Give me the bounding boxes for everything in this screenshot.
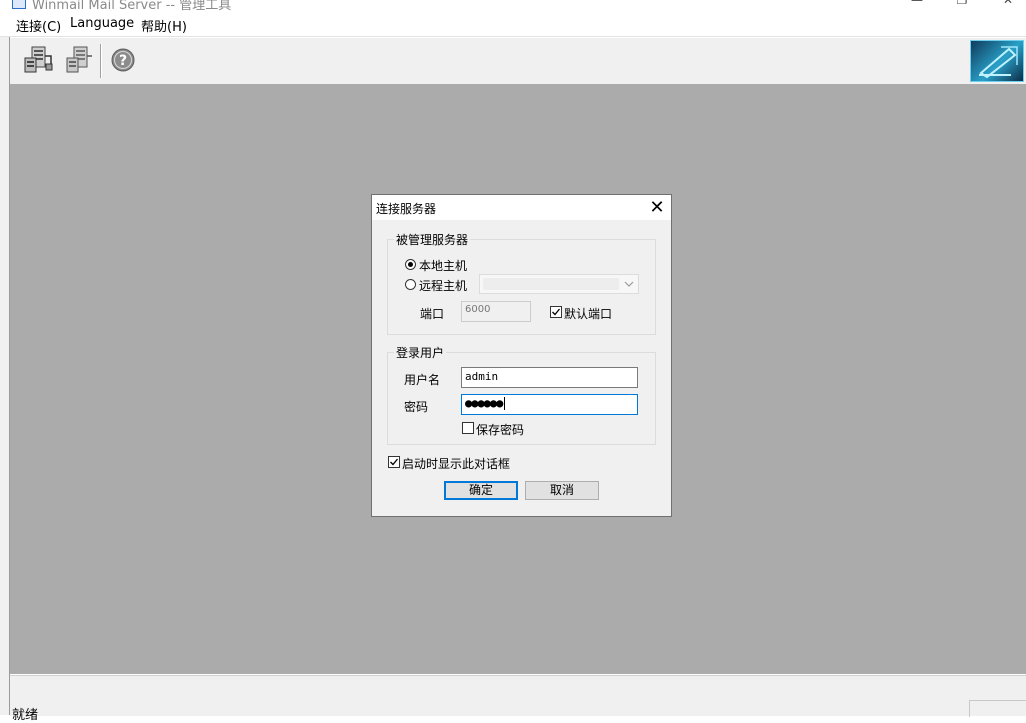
password-mask: ●●●●●● (465, 396, 503, 410)
local-host-label[interactable]: 本地主机 (419, 257, 467, 274)
remote-host-label[interactable]: 远程主机 (419, 277, 467, 294)
remote-host-radio[interactable] (405, 279, 416, 290)
checkmark-icon (552, 308, 561, 316)
svg-text:?: ? (119, 53, 127, 69)
minimize-button[interactable]: — (907, 0, 927, 10)
toolbar-separator (100, 44, 102, 78)
dialog-title: 连接服务器 (376, 202, 437, 216)
disconnect-server-icon (66, 46, 92, 73)
show-on-startup-label[interactable]: 启动时显示此对话框 (402, 455, 510, 472)
cancel-button[interactable]: 取消 (525, 481, 599, 500)
disconnect-server-button[interactable] (64, 44, 96, 76)
chevron-down-icon (624, 281, 634, 287)
connect-server-icon (24, 46, 53, 73)
menu-connect[interactable]: 连接(C) (16, 16, 61, 35)
checkmark-icon (390, 458, 399, 466)
status-bar: 就绪 (10, 675, 1026, 723)
status-pane (969, 700, 1026, 717)
remote-host-value (483, 278, 619, 290)
toolbar: ? (10, 37, 1026, 85)
status-text: 就绪 (12, 708, 39, 723)
close-window-button[interactable]: ✕ (998, 0, 1018, 10)
close-icon: ✕ (649, 197, 665, 218)
show-on-startup-checkbox[interactable] (388, 456, 400, 468)
login-group-label: 登录用户 (394, 344, 447, 361)
dialog-title-bar: 连接服务器 ✕ (372, 195, 671, 220)
save-password-checkbox[interactable] (462, 422, 474, 434)
menu-language[interactable]: Language (70, 16, 134, 31)
dialog-close-button[interactable]: ✕ (646, 197, 668, 219)
ok-button[interactable]: 确定 (444, 481, 518, 500)
username-field[interactable]: admin (461, 367, 638, 388)
help-button[interactable]: ? (107, 44, 139, 76)
password-field[interactable]: ●●●●●● (461, 394, 638, 415)
port-label: 端口 (420, 307, 445, 321)
remote-host-combobox[interactable] (479, 274, 639, 294)
help-icon: ? (111, 48, 135, 72)
winmail-logo-icon (970, 40, 1024, 82)
connect-server-button[interactable] (22, 44, 54, 76)
frame-left-edge (0, 37, 10, 715)
password-label: 密码 (404, 400, 429, 414)
default-port-label[interactable]: 默认端口 (564, 305, 612, 322)
window-title: Winmail Mail Server -- 管理工具 (32, 0, 232, 12)
username-label: 用户名 (404, 373, 441, 387)
text-cursor (504, 397, 506, 410)
port-field[interactable]: 6000 (461, 301, 531, 322)
menu-bar: 连接(C) Language 帮助(H) (0, 12, 1026, 37)
connect-server-dialog: 连接服务器 ✕ 被管理服务器 本地主机 远程主机 端口 6000 默认端口 登录… (371, 194, 672, 517)
app-icon (12, 0, 26, 9)
server-group-label: 被管理服务器 (394, 231, 471, 248)
restore-button[interactable]: ❐ (952, 0, 972, 10)
save-password-label[interactable]: 保存密码 (476, 421, 524, 438)
menu-help[interactable]: 帮助(H) (141, 16, 187, 35)
default-port-checkbox[interactable] (550, 306, 562, 318)
local-host-radio[interactable] (405, 259, 416, 270)
title-bar: Winmail Mail Server -- 管理工具 — ❐ ✕ (0, 0, 1026, 12)
